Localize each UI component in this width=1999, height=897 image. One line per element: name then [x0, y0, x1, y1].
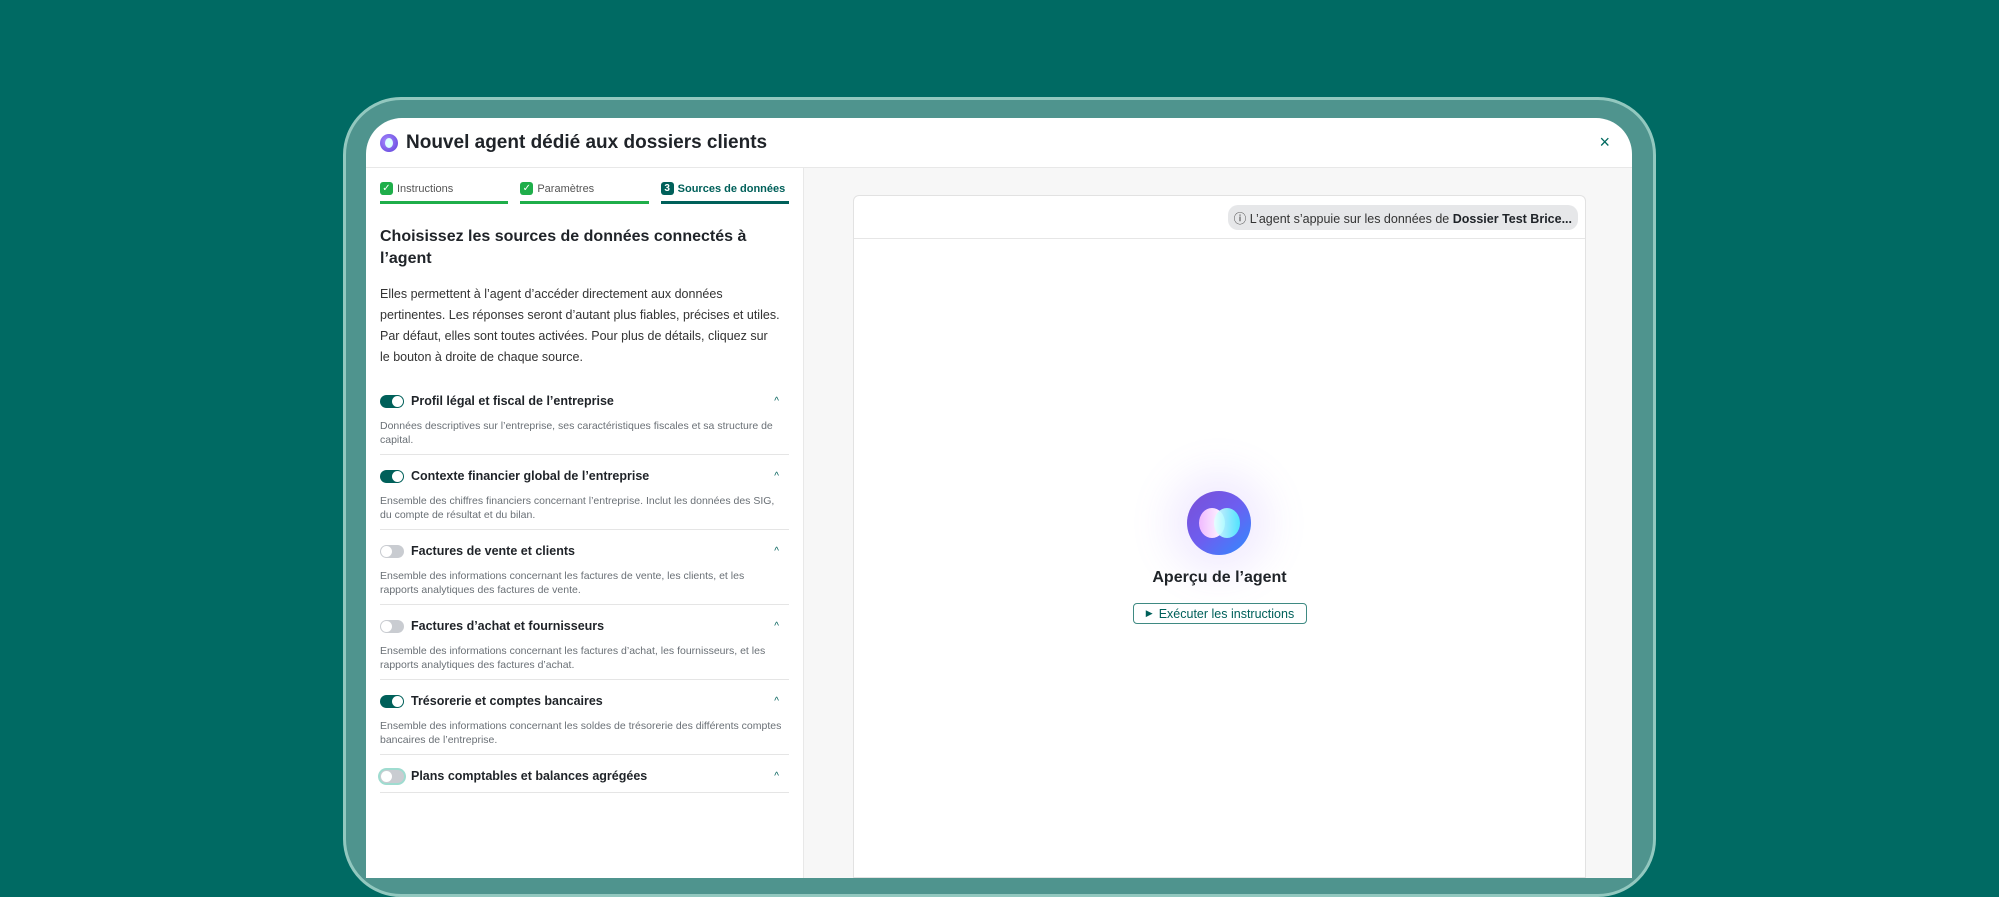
source-item: Contexte financier global de l’entrepris… — [380, 455, 789, 530]
source-row: Trésorerie et comptes bancaires ^ — [380, 692, 789, 710]
source-row: Plans comptables et balances agrégées ^ — [380, 767, 789, 785]
section-heading: Choisissez les sources de données connec… — [380, 228, 747, 267]
source-name: Trésorerie et comptes bancaires — [411, 694, 603, 708]
source-toggle[interactable] — [380, 469, 404, 483]
step-parametres[interactable]: ✓ Paramètres — [520, 182, 649, 204]
agent-modal: Nouvel agent dédié aux dossiers clients … — [366, 118, 1632, 878]
source-toggle[interactable] — [380, 394, 404, 408]
source-name: Contexte financier global de l’entrepris… — [411, 469, 650, 483]
source-item: Trésorerie et comptes bancaires ^ Ensemble… — [380, 680, 789, 755]
intro-text: Elles permettent à l’agent d’accéder dir… — [380, 287, 780, 364]
source-item: Factures de vente et clients ^ Ensemble de… — [380, 530, 789, 605]
source-toggle[interactable] — [380, 769, 404, 783]
source-description: Ensemble des chiffres financiers concern… — [380, 495, 775, 521]
dossier-name: Dossier Test Brice... — [1452, 211, 1572, 226]
step-label: Instructions — [397, 182, 454, 195]
source-toggle[interactable] — [380, 694, 404, 708]
source-description: Ensemble des informations concernant les… — [380, 570, 745, 596]
source-row: Contexte financier global de l’entrepris… — [380, 467, 789, 485]
source-row: Factures d’achat et fournisseurs ^ — [380, 617, 789, 635]
chevron-up-icon[interactable]: ^ — [774, 546, 779, 557]
agent-logo-icon — [380, 133, 398, 152]
run-label: Exécuter les instructions — [1158, 606, 1295, 621]
info-text: L’agent s’appuie sur les données de — [1249, 211, 1453, 226]
run-instructions-button[interactable]: ▶ Exécuter les instructions — [1133, 603, 1307, 624]
sources-panel: ✓ Instructions ✓ Paramètres 3 Sources de do… — [366, 168, 804, 878]
info-icon: ⓘ — [1233, 211, 1247, 226]
chevron-up-icon[interactable]: ^ — [774, 396, 779, 407]
source-description: Données descriptives sur l’entreprise, s… — [380, 420, 773, 446]
step-label: Paramètres — [537, 182, 595, 195]
preview-card: ⓘ L’agent s’appuie sur les données de Do… — [853, 195, 1586, 878]
modal-title: Nouvel agent dédié aux dossiers clients — [406, 131, 768, 153]
stepper: ✓ Instructions ✓ Paramètres 3 Sources de do… — [380, 182, 789, 204]
check-icon: ✓ — [520, 182, 534, 195]
chevron-up-icon[interactable]: ^ — [774, 771, 779, 782]
source-name: Factures d’achat et fournisseurs — [411, 619, 605, 633]
source-row: Profil légal et fiscal de l’entreprise ^ — [380, 392, 789, 410]
source-toggle[interactable] — [380, 544, 404, 558]
source-list: Profil légal et fiscal de l’entreprise ^ D… — [380, 380, 789, 793]
preview-title: Aperçu de l’agent — [1152, 569, 1287, 586]
source-item: Profil légal et fiscal de l’entreprise ^ D… — [380, 380, 789, 455]
play-icon: ▶ — [1145, 608, 1153, 618]
source-name: Profil légal et fiscal de l’entreprise — [411, 394, 614, 408]
preview-panel: ⓘ L’agent s’appuie sur les données de Do… — [804, 168, 1632, 878]
close-icon[interactable]: × — [1599, 132, 1610, 153]
step-sources[interactable]: 3 Sources de données — [660, 182, 789, 204]
source-toggle[interactable] — [380, 619, 404, 633]
source-name: Factures de vente et clients — [411, 544, 575, 558]
source-row: Factures de vente et clients ^ — [380, 542, 789, 560]
step-instructions[interactable]: ✓ Instructions — [380, 182, 509, 204]
source-description: Ensemble des informations concernant les… — [380, 645, 766, 671]
check-icon: ✓ — [380, 182, 393, 195]
step-number: 3 — [660, 182, 674, 195]
dossier-info-badge: ⓘ L’agent s’appuie sur les données de Do… — [1227, 204, 1578, 230]
agent-avatar-icon — [1187, 491, 1251, 555]
source-item: Plans comptables et balances agrégées ^ — [380, 755, 789, 793]
source-item: Factures d’achat et fournisseurs ^ Ensembl… — [380, 605, 789, 680]
step-label: Sources de données — [677, 182, 786, 195]
source-name: Plans comptables et balances agrégées — [411, 769, 648, 783]
chevron-up-icon[interactable]: ^ — [774, 621, 779, 632]
chevron-up-icon[interactable]: ^ — [774, 696, 779, 707]
chevron-up-icon[interactable]: ^ — [774, 471, 779, 482]
modal-header: Nouvel agent dédié aux dossiers clients … — [366, 118, 1632, 168]
preview-header: ⓘ L’agent s’appuie sur les données de Do… — [854, 196, 1585, 239]
source-description: Ensemble des informations concernant les… — [380, 720, 782, 746]
